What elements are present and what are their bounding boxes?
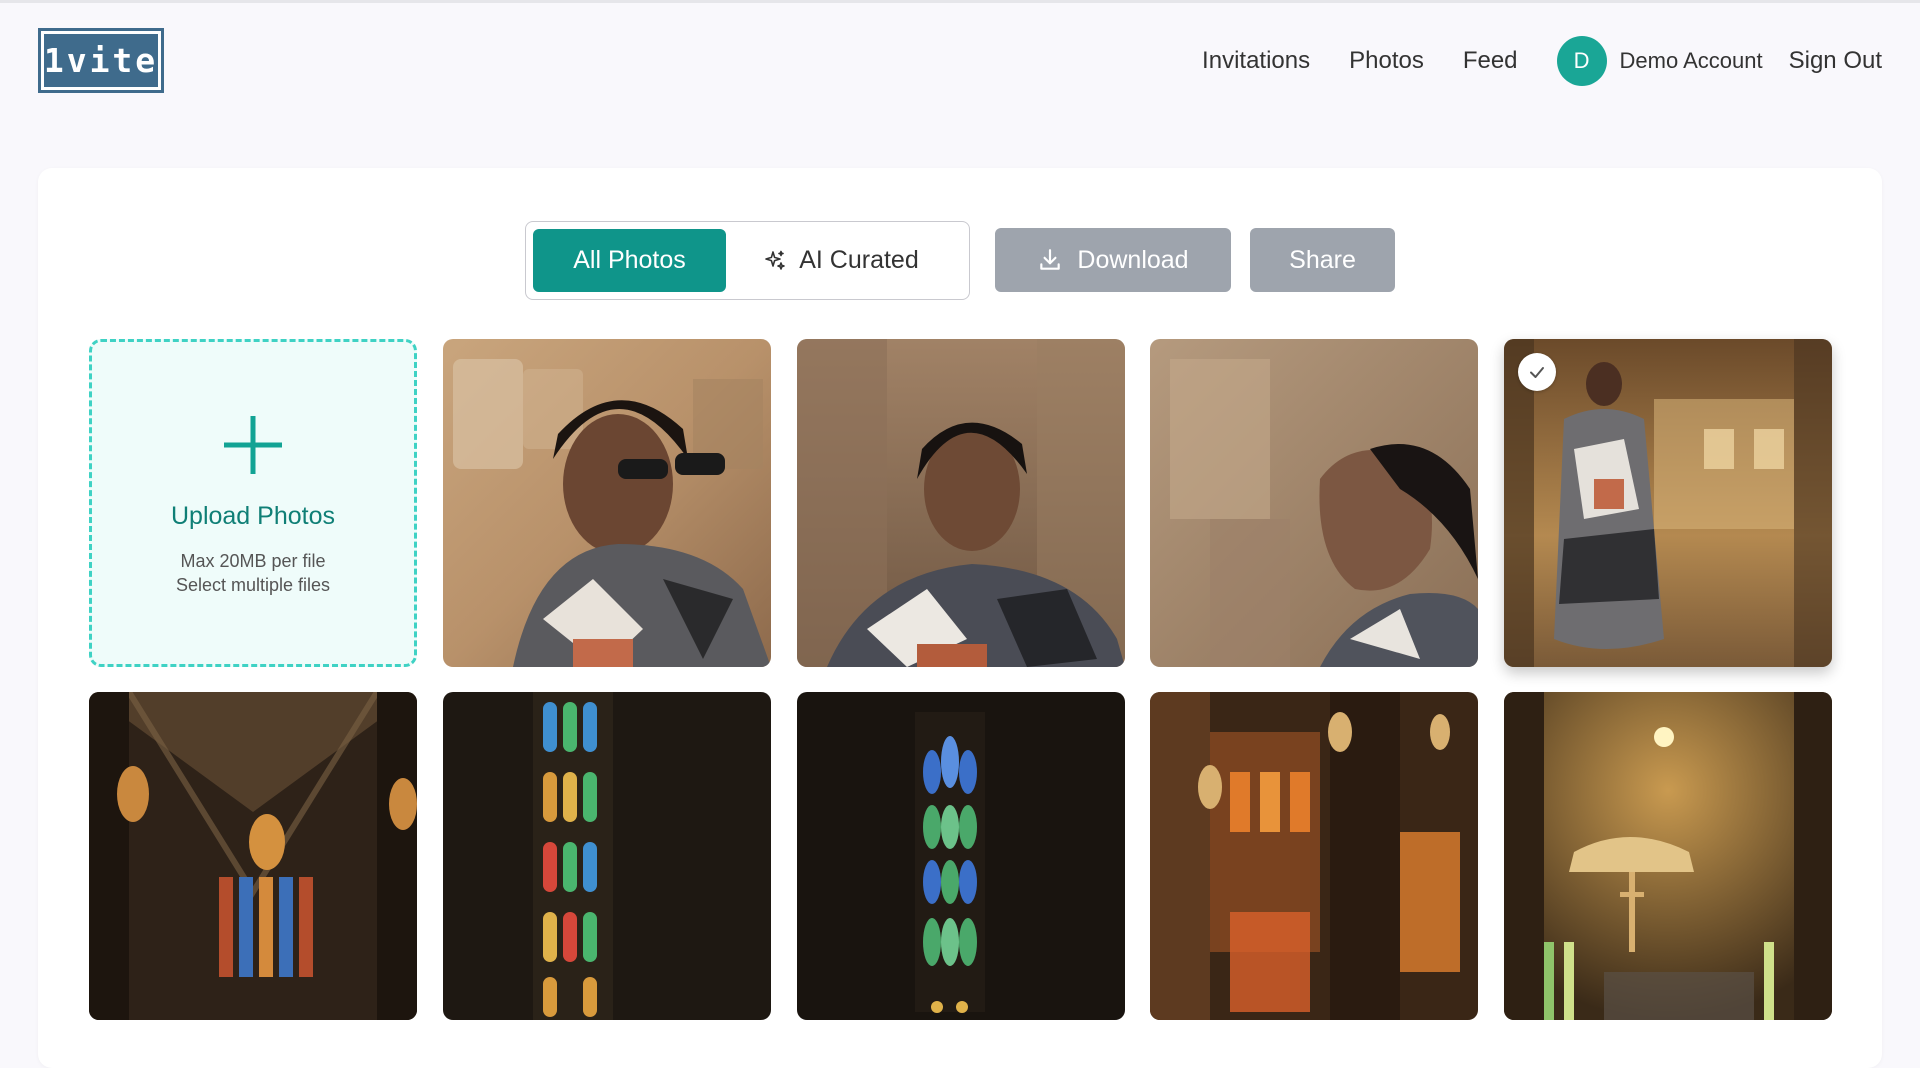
photo-woman-sunglasses bbox=[443, 339, 771, 667]
plus-icon bbox=[224, 416, 282, 474]
sparkle-icon bbox=[765, 250, 786, 270]
photo-woman-in-cathedral bbox=[1504, 339, 1832, 667]
photo-tile[interactable] bbox=[797, 692, 1125, 1020]
download-button[interactable]: Download bbox=[995, 228, 1231, 292]
logo-text: 1vite bbox=[44, 34, 158, 87]
photo-stained-glass-blue bbox=[797, 692, 1125, 1020]
upload-title: Upload Photos bbox=[170, 502, 335, 530]
download-icon bbox=[1040, 249, 1061, 270]
photo-tile[interactable] bbox=[443, 692, 771, 1020]
upload-size-hint: Max 20MB per file bbox=[180, 551, 326, 571]
ai-curated-tab[interactable]: AI Curated bbox=[726, 229, 956, 292]
upload-photos-dropzone[interactable]: Upload Photos Max 20MB per file Select m… bbox=[89, 339, 417, 667]
photo-woman-stone-background bbox=[797, 339, 1125, 667]
avatar: D bbox=[1556, 36, 1607, 86]
nav: Invitations Photos Feed D Demo Account S… bbox=[1202, 36, 1882, 86]
selected-check[interactable] bbox=[1518, 353, 1556, 391]
photo-tile[interactable] bbox=[443, 339, 771, 667]
view-toggle: All Photos AI Curated bbox=[525, 221, 970, 300]
photo-cathedral-vault bbox=[89, 692, 417, 1020]
ai-curated-label: AI Curated bbox=[799, 246, 919, 274]
photo-tile-selected[interactable] bbox=[1504, 339, 1832, 667]
photo-tile[interactable] bbox=[89, 692, 417, 1020]
account-menu[interactable]: D Demo Account bbox=[1556, 36, 1763, 86]
logo[interactable]: 1vite bbox=[38, 28, 164, 93]
photo-cathedral-orange-glass bbox=[1150, 692, 1478, 1020]
header: 1vite Invitations Photos Feed D Demo Acc… bbox=[0, 0, 1920, 120]
photo-tile[interactable] bbox=[1504, 692, 1832, 1020]
sign-out-link[interactable]: Sign Out bbox=[1789, 47, 1882, 75]
photo-stained-glass-tall bbox=[443, 692, 771, 1020]
photo-tile[interactable] bbox=[1150, 339, 1478, 667]
upload-hint: Max 20MB per file Select multiple files bbox=[176, 549, 330, 597]
nav-feed[interactable]: Feed bbox=[1463, 47, 1518, 75]
share-button[interactable]: Share bbox=[1250, 228, 1395, 292]
nav-invitations[interactable]: Invitations bbox=[1202, 47, 1310, 75]
photo-tile[interactable] bbox=[797, 339, 1125, 667]
account-name: Demo Account bbox=[1619, 48, 1763, 73]
check-icon bbox=[1530, 367, 1544, 378]
download-label: Download bbox=[1077, 245, 1189, 274]
photo-woman-looking-up bbox=[1150, 339, 1478, 667]
photo-tile[interactable] bbox=[1150, 692, 1478, 1020]
all-photos-tab[interactable]: All Photos bbox=[533, 229, 726, 292]
nav-photos[interactable]: Photos bbox=[1349, 47, 1424, 75]
photo-cathedral-altar bbox=[1504, 692, 1832, 1020]
upload-multi-hint: Select multiple files bbox=[175, 575, 331, 595]
